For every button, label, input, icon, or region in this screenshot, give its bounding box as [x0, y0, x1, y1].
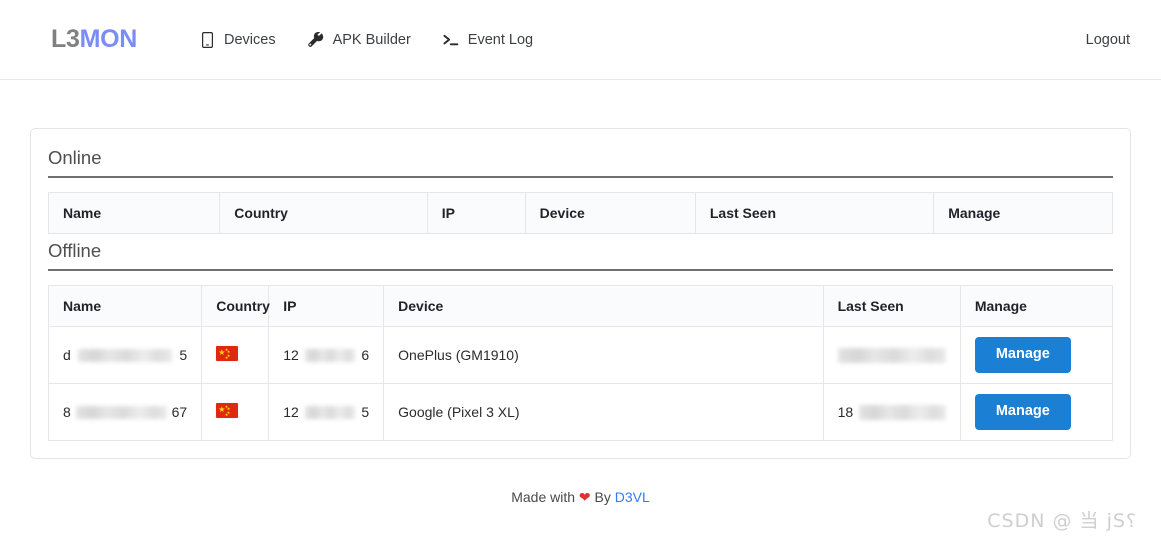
online-col-ip: IP	[426, 192, 526, 234]
page-footer: Made with ❤ By D3VL	[30, 489, 1131, 506]
cell-country: ★ ★ ★ ★ ★	[201, 326, 270, 384]
device-name-suffix: 67	[171, 404, 188, 420]
redacted-name	[77, 348, 173, 362]
cell-device: Google (Pixel 3 XL)	[383, 383, 824, 441]
cell-ip: 12 5	[268, 383, 385, 441]
online-col-name: Name	[47, 192, 221, 234]
online-col-device: Device	[524, 192, 696, 234]
heart-icon: ❤	[578, 489, 591, 505]
offline-col-device: Device	[383, 285, 824, 327]
top-navbar: L3MON Devices APK Builder Event Log Logo…	[0, 0, 1161, 80]
cell-last-seen	[822, 326, 961, 384]
brand-logo-part2: MON	[79, 25, 138, 53]
brand-logo-part1: L3	[51, 25, 80, 53]
offline-table-header-row: Name Country IP Device Last Seen Manage	[47, 285, 1114, 327]
offline-devices-table: Name Country IP Device Last Seen Manage …	[47, 285, 1114, 441]
offline-col-country: Country	[201, 285, 270, 327]
device-name-suffix: 5	[179, 347, 188, 363]
manage-button[interactable]: Manage	[974, 394, 1071, 430]
nav-item-devices-label: Devices	[224, 31, 276, 48]
nav-item-devices[interactable]: Devices	[183, 25, 292, 54]
footer-made-with-label: Made with	[511, 489, 576, 505]
mobile-phone-icon	[199, 31, 215, 48]
cell-name: 8 67	[47, 383, 203, 441]
manage-button[interactable]: Manage	[974, 337, 1071, 373]
cell-ip: 12 6	[268, 326, 385, 384]
nav-item-apk-builder-label: APK Builder	[332, 31, 411, 48]
offline-section-title: Offline	[48, 240, 102, 261]
device-name-prefix: d	[63, 347, 71, 363]
online-col-country: Country	[219, 192, 428, 234]
table-row[interactable]: d 5 ★ ★ ★ ★ ★ 12 6 OnePlus (GM1910) Mana…	[47, 326, 1114, 384]
device-ip-suffix: 5	[361, 404, 370, 420]
china-flag-icon: ★ ★ ★ ★ ★	[216, 403, 239, 418]
online-table-header-row: Name Country IP Device Last Seen Manage	[47, 192, 1113, 234]
device-ip-prefix: 12	[283, 347, 299, 363]
table-row[interactable]: 8 67 ★ ★ ★ ★ ★ 12 5 Google (Pixel 3 XL) …	[47, 383, 1114, 441]
redacted-last-seen	[859, 404, 946, 420]
cell-name: d 5	[47, 326, 203, 384]
nav-links: Devices APK Builder Event Log	[183, 25, 549, 54]
offline-col-ip: IP	[268, 285, 385, 327]
cell-device: OnePlus (GM1910)	[383, 326, 824, 384]
cell-manage: Manage	[959, 383, 1114, 441]
device-last-seen-prefix: 18	[837, 404, 854, 420]
nav-item-event-log[interactable]: Event Log	[427, 25, 549, 54]
redacted-ip	[304, 405, 356, 419]
cell-manage: Manage	[959, 326, 1114, 384]
cell-country: ★ ★ ★ ★ ★	[201, 383, 270, 441]
device-ip-prefix: 12	[283, 404, 299, 420]
logout-link[interactable]: Logout	[1086, 32, 1130, 48]
wrench-icon	[307, 31, 324, 48]
offline-col-name: Name	[47, 285, 203, 327]
online-section-title: Online	[48, 147, 102, 168]
offline-section-divider	[48, 269, 1113, 271]
online-section-divider	[48, 176, 1113, 178]
device-name-prefix: 8	[63, 404, 71, 420]
csdn-watermark: CSDN @ 当 jS⸮	[987, 510, 1137, 532]
online-devices-table: Name Country IP Device Last Seen Manage	[47, 192, 1113, 234]
main-content: Online Name Country IP Device Last Seen …	[0, 80, 1161, 506]
devices-card: Online Name Country IP Device Last Seen …	[30, 128, 1131, 459]
cell-last-seen: 18	[822, 383, 961, 441]
footer-by-label: By	[594, 489, 611, 505]
footer-author-link[interactable]: D3VL	[615, 489, 650, 505]
device-ip-suffix: 6	[361, 347, 370, 363]
online-col-last-seen: Last Seen	[694, 192, 935, 234]
offline-table-body: d 5 ★ ★ ★ ★ ★ 12 6 OnePlus (GM1910) Mana…	[47, 326, 1114, 441]
redacted-ip	[304, 348, 356, 362]
redacted-last-seen	[837, 347, 946, 363]
china-flag-icon: ★ ★ ★ ★ ★	[216, 346, 239, 361]
online-col-manage: Manage	[933, 192, 1113, 234]
terminal-icon	[443, 31, 459, 48]
redacted-name	[75, 405, 167, 419]
brand-logo[interactable]: L3MON	[51, 25, 137, 54]
offline-col-last-seen: Last Seen	[822, 285, 961, 327]
nav-item-event-log-label: Event Log	[467, 31, 534, 48]
offline-col-manage: Manage	[959, 285, 1114, 327]
nav-item-apk-builder[interactable]: APK Builder	[292, 25, 427, 54]
